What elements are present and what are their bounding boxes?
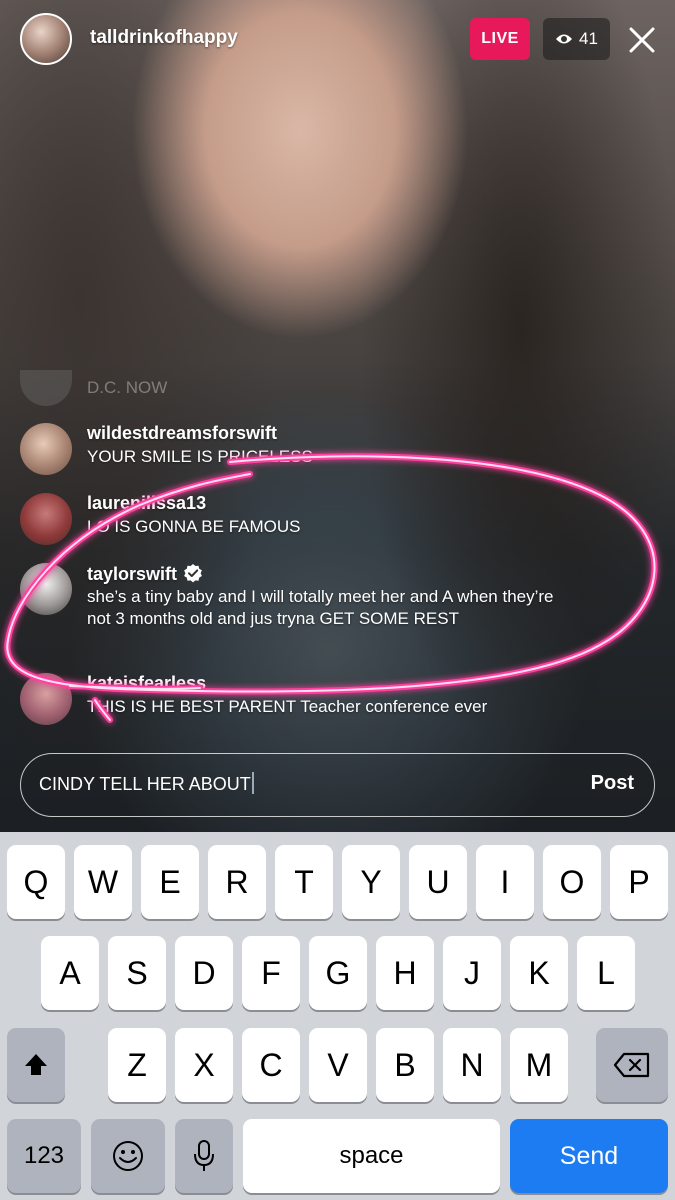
- key-n[interactable]: N: [443, 1028, 501, 1102]
- shift-icon: [25, 1054, 47, 1075]
- post-button[interactable]: Post: [591, 772, 634, 795]
- comment-text: THIS IS HE BEST PARENT Teacher conferenc…: [87, 697, 488, 716]
- microphone-icon: [194, 1140, 214, 1171]
- key-h[interactable]: H: [376, 936, 434, 1010]
- emoji-key[interactable]: [91, 1119, 165, 1193]
- key-e[interactable]: E: [141, 845, 199, 919]
- comment-text: she’s a tiny baby and I will totally mee…: [87, 587, 554, 628]
- comment-text-faded: D.C. NOW: [87, 378, 168, 397]
- comment-box[interactable]: CINDY TELL HER ABOUT Post: [20, 753, 655, 817]
- comment-username-row: taylorswift: [87, 563, 203, 585]
- shift-key[interactable]: [7, 1028, 65, 1102]
- comment-username[interactable]: kateisfearless: [87, 673, 206, 694]
- dictation-key[interactable]: [175, 1119, 233, 1193]
- comment-input[interactable]: CINDY TELL HER ABOUT: [39, 772, 254, 795]
- numbers-key[interactable]: 123: [7, 1119, 81, 1193]
- key-z[interactable]: Z: [108, 1028, 166, 1102]
- key-o[interactable]: O: [543, 845, 601, 919]
- verified-badge-icon: [184, 564, 202, 583]
- key-s[interactable]: S: [108, 936, 166, 1010]
- key-v[interactable]: V: [309, 1028, 367, 1102]
- key-m[interactable]: M: [510, 1028, 568, 1102]
- comment-text: LO IS GONNA BE FAMOUS: [87, 517, 301, 536]
- key-d[interactable]: D: [175, 936, 233, 1010]
- key-f[interactable]: F: [242, 936, 300, 1010]
- key-l[interactable]: L: [577, 936, 635, 1010]
- text-caret: [251, 772, 254, 794]
- key-r[interactable]: R: [208, 845, 266, 919]
- comment-avatar[interactable]: [20, 563, 72, 615]
- backspace-key[interactable]: [596, 1028, 668, 1102]
- host-username[interactable]: talldrinkofhappy: [90, 27, 238, 49]
- key-x[interactable]: X: [175, 1028, 233, 1102]
- comment-avatar[interactable]: [20, 673, 72, 725]
- key-k[interactable]: K: [510, 936, 568, 1010]
- key-c[interactable]: C: [242, 1028, 300, 1102]
- key-p[interactable]: P: [610, 845, 668, 919]
- comment-input-value: CINDY TELL HER ABOUT: [39, 774, 251, 794]
- key-t[interactable]: T: [275, 845, 333, 919]
- key-u[interactable]: U: [409, 845, 467, 919]
- viewer-count: 41: [579, 29, 598, 48]
- keyboard: QWERTYUIOP ASDFGHJKL ZXCVBNM 123 space S…: [0, 832, 675, 1200]
- key-j[interactable]: J: [443, 936, 501, 1010]
- send-key[interactable]: Send: [510, 1119, 668, 1193]
- key-a[interactable]: A: [41, 936, 99, 1010]
- comment-avatar[interactable]: [20, 423, 72, 475]
- eye-icon: [556, 34, 573, 44]
- emoji-icon: [113, 1141, 143, 1171]
- key-q[interactable]: Q: [7, 845, 65, 919]
- space-key[interactable]: space: [243, 1119, 500, 1193]
- key-g[interactable]: G: [309, 936, 367, 1010]
- key-y[interactable]: Y: [342, 845, 400, 919]
- viewer-count-badge[interactable]: 41: [543, 18, 610, 60]
- host-avatar[interactable]: [20, 13, 72, 65]
- comment-avatar[interactable]: [20, 493, 72, 545]
- comment-username[interactable]: laurenilissa13: [87, 493, 206, 514]
- comment-text: YOUR SMILE IS PRICELESS: [87, 447, 313, 466]
- live-badge: LIVE: [470, 18, 530, 60]
- comment-username[interactable]: taylorswift: [87, 564, 177, 584]
- close-icon[interactable]: [622, 20, 662, 60]
- backspace-icon: [613, 1052, 650, 1078]
- key-b[interactable]: B: [376, 1028, 434, 1102]
- key-w[interactable]: W: [74, 845, 132, 919]
- key-i[interactable]: I: [476, 845, 534, 919]
- comment-username[interactable]: wildestdreamsforswift: [87, 423, 277, 444]
